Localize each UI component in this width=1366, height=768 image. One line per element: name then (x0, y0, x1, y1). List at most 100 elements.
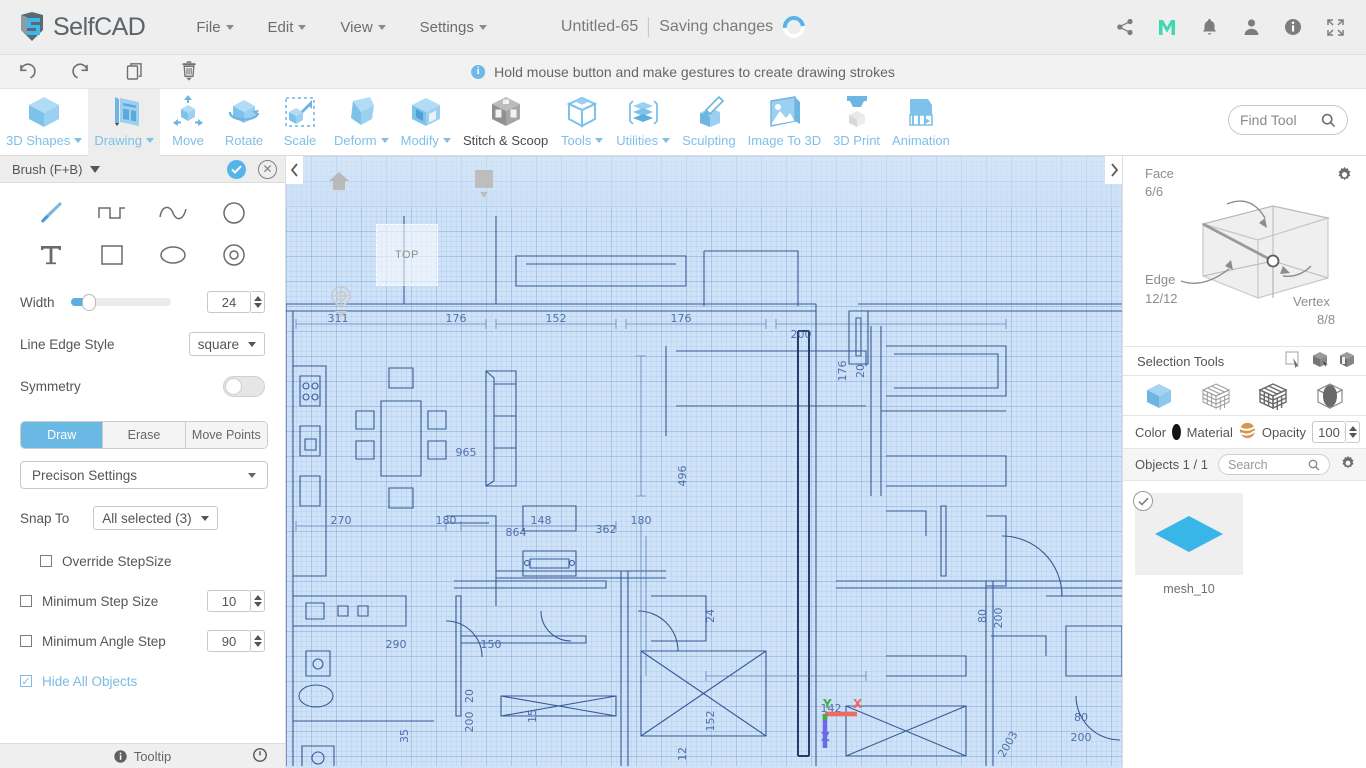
minimum-angle-step-input[interactable]: 90 (207, 630, 251, 652)
symmetry-toggle[interactable] (223, 375, 265, 397)
ribbon-utilities[interactable]: Utilities (610, 89, 676, 156)
minimum-step-size-checkbox[interactable] (20, 595, 32, 607)
spinner-up-icon[interactable] (253, 635, 262, 640)
paint-select-icon[interactable] (1338, 351, 1356, 372)
delete-button[interactable] (162, 55, 216, 89)
view-cube-icon[interactable] (472, 170, 496, 203)
ribbon-modify[interactable]: Modify (395, 89, 457, 156)
minimum-angle-step-checkbox[interactable] (20, 635, 32, 647)
ribbon-animation[interactable]: Animation (886, 89, 956, 156)
ribbon-drawing[interactable]: Drawing (88, 89, 161, 156)
spinner-down-icon[interactable] (1348, 433, 1357, 438)
chevron-down-icon[interactable] (90, 165, 101, 173)
hide-all-objects-row[interactable]: ✓ Hide All Objects (20, 661, 265, 701)
precision-settings-select[interactable]: Precison Settings (20, 461, 268, 489)
donut-tool[interactable] (211, 237, 257, 273)
fullscreen-icon[interactable] (1324, 16, 1346, 38)
minimum-step-size-input[interactable]: 10 (207, 590, 251, 612)
override-stepsize-checkbox[interactable] (40, 555, 52, 567)
notifications-bell-icon[interactable] (1198, 16, 1220, 38)
chevron-down-icon (377, 24, 386, 30)
face-mode-icon[interactable] (1310, 380, 1350, 412)
list-item[interactable]: mesh_10 (1133, 491, 1243, 596)
ribbon-3d-shapes[interactable]: 3D Shapes (0, 89, 88, 156)
ribbon-sculpting[interactable]: Sculpting (676, 89, 741, 156)
ribbon-deform[interactable]: Deform (328, 89, 395, 156)
spinner-down-icon[interactable] (253, 303, 262, 308)
minimum-angle-step-label: Minimum Angle Step (42, 633, 166, 649)
width-spinner[interactable] (251, 291, 265, 313)
rect-select-icon[interactable] (1285, 351, 1302, 371)
axis-gizmo[interactable]: Y X Z (817, 696, 877, 756)
circle-tool[interactable] (211, 195, 257, 231)
spinner-down-icon[interactable] (253, 602, 262, 607)
opacity-input[interactable]: 100 (1312, 421, 1346, 443)
ellipse-tool[interactable] (150, 237, 196, 273)
text-tool[interactable] (28, 237, 74, 273)
ribbon-move[interactable]: Move (160, 89, 216, 156)
opacity-spinner[interactable] (1346, 421, 1360, 443)
brand[interactable]: SelfCAD (0, 12, 146, 42)
spinner-up-icon[interactable] (253, 296, 262, 301)
menu-file[interactable]: File (179, 13, 250, 42)
apply-button[interactable] (227, 159, 246, 179)
ribbon-image-to-3d[interactable]: Image To 3D (742, 89, 827, 156)
edge-mode-icon[interactable] (1253, 380, 1293, 412)
minimum-step-size-spinner[interactable] (251, 590, 265, 612)
cancel-button[interactable]: ✕ (258, 159, 277, 179)
menu-settings[interactable]: Settings (403, 13, 504, 42)
snap-to-select[interactable]: All selected (3) (93, 506, 218, 530)
spinner-up-icon[interactable] (253, 595, 262, 600)
hide-all-objects-checkbox[interactable]: ✓ (20, 675, 32, 688)
curve-tool[interactable] (150, 195, 196, 231)
override-stepsize-row[interactable]: Override StepSize (20, 541, 265, 581)
width-input[interactable]: 24 (207, 291, 251, 313)
color-swatch[interactable] (1172, 424, 1181, 440)
ribbon-3d-print[interactable]: 3D Print (827, 89, 886, 156)
line-edge-style-select[interactable]: square (188, 332, 265, 356)
objects-search-input[interactable]: Search (1217, 454, 1330, 475)
mattermost-icon[interactable] (1156, 16, 1178, 38)
save-status: Saving changes (659, 18, 774, 35)
redo-button[interactable] (54, 55, 108, 89)
share-icon[interactable] (1114, 16, 1136, 38)
object-mode-icon[interactable] (1139, 380, 1179, 412)
undo-button[interactable] (0, 55, 54, 89)
tooltip-power-icon[interactable] (253, 747, 267, 765)
orbit-gizmo-icon[interactable] (328, 284, 354, 321)
info-icon[interactable] (1282, 16, 1304, 38)
polyline-tool[interactable] (89, 195, 135, 231)
minimum-angle-step-spinner[interactable] (251, 630, 265, 652)
document-title[interactable]: Untitled-65 (561, 18, 638, 36)
menu-edit[interactable]: Edit (251, 13, 324, 42)
ribbon-tools[interactable]: Tools (554, 89, 610, 156)
spinner-up-icon[interactable] (1348, 426, 1357, 431)
ribbon-stitch-scoop[interactable]: Stitch & Scoop (457, 89, 554, 156)
width-slider[interactable] (70, 294, 171, 311)
spinner-down-icon[interactable] (253, 642, 262, 647)
find-tool-input[interactable]: Find Tool (1228, 105, 1348, 135)
width-slider-knob[interactable] (81, 294, 96, 311)
collapse-left-panel-button[interactable] (286, 156, 303, 184)
draw-mode-draw[interactable]: Draw (21, 422, 104, 448)
menu-view[interactable]: View (323, 13, 402, 42)
objects-list: mesh_10 (1123, 481, 1366, 768)
viewport-canvas[interactable]: 311 176 152 176 200 965 270 180 148 180 … (286, 156, 1122, 768)
vertex-mode-icon[interactable] (1196, 380, 1236, 412)
brush-tool[interactable] (28, 195, 74, 231)
collapse-right-panel-button[interactable] (1105, 156, 1122, 184)
draw-mode-erase[interactable]: Erase (103, 422, 186, 448)
home-view-icon[interactable] (328, 170, 350, 195)
material-icon[interactable] (1239, 422, 1256, 442)
object-selected-check-icon[interactable] (1133, 491, 1153, 511)
ribbon-rotate[interactable]: Rotate (216, 89, 272, 156)
gear-icon[interactable] (1340, 455, 1356, 474)
user-account-icon[interactable] (1240, 16, 1262, 38)
draw-mode-move-points[interactable]: Move Points (185, 422, 267, 448)
rectangle-tool[interactable] (89, 237, 135, 273)
copy-button[interactable] (108, 55, 162, 89)
box-select-icon[interactable] (1311, 351, 1329, 372)
view-orientation-label[interactable]: TOP (376, 224, 438, 286)
ribbon-scale[interactable]: Scale (272, 89, 328, 156)
svg-text:152: 152 (546, 312, 567, 325)
